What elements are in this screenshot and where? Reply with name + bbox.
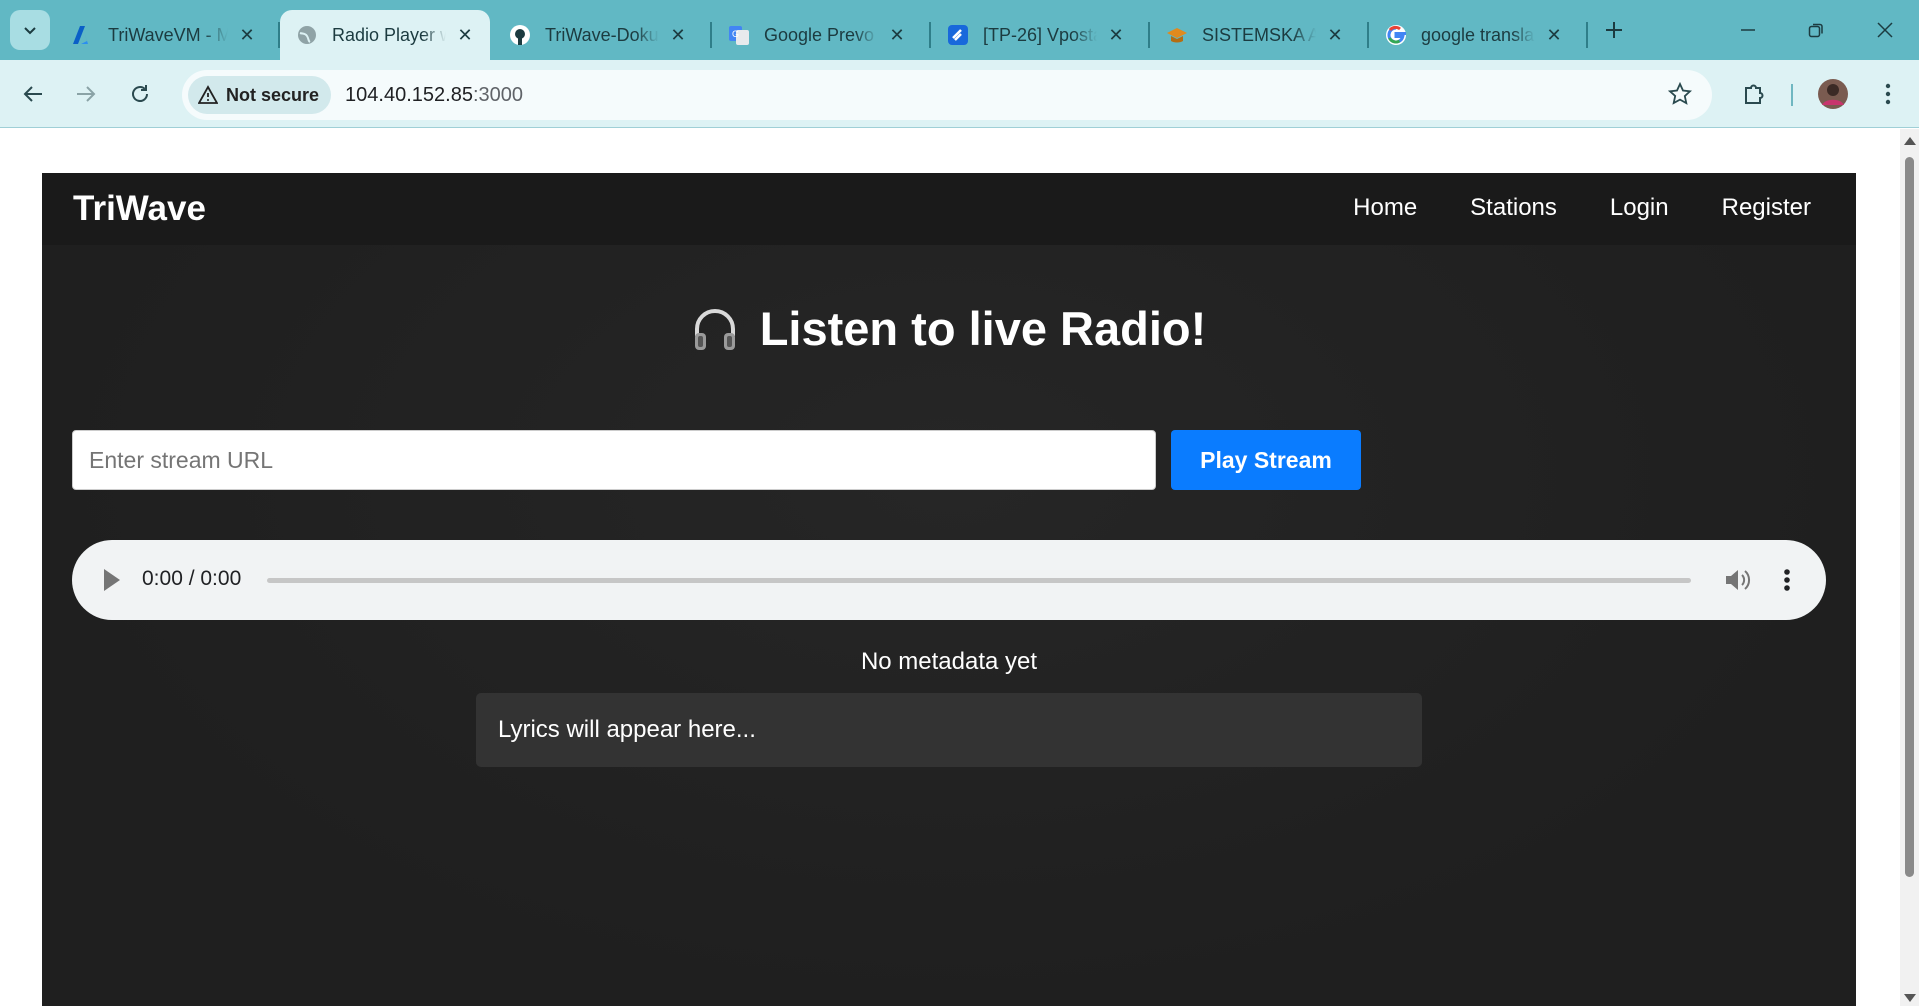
tab-title: TriWave-Doku [545, 24, 659, 45]
close-icon [1877, 22, 1893, 38]
tab-radio-player[interactable]: Radio Player w ✕ [280, 10, 490, 60]
tab-google-translate[interactable]: google transla ✕ [1369, 10, 1579, 60]
plus-icon [1606, 22, 1622, 38]
puzzle-icon [1745, 84, 1764, 104]
heading-text: Listen to live Radio! [759, 302, 1207, 355]
scroll-down-icon[interactable] [1904, 994, 1916, 1002]
stream-url-input[interactable] [72, 430, 1156, 490]
tab-title: Google Prevo [764, 24, 875, 45]
brand-logo[interactable]: TriWave [73, 189, 206, 229]
back-button[interactable] [13, 74, 53, 114]
graduation-cap-icon [1166, 24, 1188, 46]
page-title: Listen to live Radio! [42, 301, 1856, 356]
svg-text:G: G [732, 29, 739, 39]
page-viewport: TriWave Home Stations Login Register Lis… [0, 129, 1900, 1006]
nav-home[interactable]: Home [1353, 194, 1417, 222]
address-bar[interactable]: Not secure 104.40.152.85:3000 [182, 70, 1712, 120]
lyrics-text: Lyrics will appear here... [498, 716, 756, 743]
arrow-right-icon [77, 86, 96, 102]
close-icon[interactable]: ✕ [886, 24, 908, 46]
more-vertical-icon[interactable] [1777, 565, 1797, 595]
security-label: Not secure [226, 84, 320, 105]
tab-triwavevm[interactable]: TriWaveVM - M ✕ [56, 10, 272, 60]
browser-menu-button[interactable] [1868, 74, 1908, 114]
extensions-button[interactable] [1734, 74, 1774, 114]
chevron-down-icon [24, 27, 36, 35]
google-icon [1385, 24, 1407, 46]
github-icon [509, 24, 531, 46]
tab-jira-tp26[interactable]: [TP-26] Vposta ✕ [931, 10, 1141, 60]
tab-title: google transla [1421, 24, 1535, 45]
security-indicator[interactable]: Not secure [188, 76, 332, 114]
metadata-text: No metadata yet [860, 648, 1038, 675]
hero-section: Listen to live Radio! Play Stream 0:00 /… [42, 245, 1856, 1006]
play-icon[interactable] [104, 569, 120, 591]
close-icon[interactable]: ✕ [236, 24, 258, 46]
tab-title: SISTEMSKA AI [1202, 24, 1316, 45]
profile-button[interactable] [1813, 74, 1853, 114]
tab-google-prevod[interactable]: G Google Prevo ✕ [712, 10, 922, 60]
triwave-app: TriWave Home Stations Login Register Lis… [42, 173, 1856, 1006]
headphones-icon [694, 308, 735, 350]
close-window-button[interactable] [1855, 10, 1915, 50]
minimize-button[interactable] [1718, 10, 1778, 50]
tab-triwave-doku[interactable]: TriWave-Doku ✕ [493, 10, 703, 60]
close-icon[interactable]: ✕ [1324, 24, 1346, 46]
player-time: 0:00 / 0:00 [142, 567, 242, 590]
scrollbar-thumb[interactable] [1905, 157, 1914, 877]
volume-icon[interactable] [1722, 565, 1752, 595]
minimize-icon [1741, 29, 1755, 31]
scroll-up-icon[interactable] [1904, 137, 1916, 145]
url-port: :3000 [472, 83, 524, 106]
browser-toolbar: Not secure 104.40.152.85:3000 [0, 60, 1919, 128]
toolbar-divider [1791, 84, 1793, 106]
url-text: 104.40.152.85:3000 [345, 84, 523, 107]
forward-button[interactable] [66, 74, 106, 114]
close-icon[interactable]: ✕ [667, 24, 689, 46]
reload-icon [132, 85, 148, 102]
close-icon[interactable]: ✕ [1543, 24, 1565, 46]
nav-login[interactable]: Login [1610, 194, 1669, 222]
nav-links: Home Stations Login Register [1353, 194, 1811, 222]
close-icon[interactable]: ✕ [454, 24, 476, 46]
url-host: 104.40.152.85 [345, 83, 473, 106]
tab-title: [TP-26] Vposta [983, 24, 1097, 45]
restore-button[interactable] [1786, 10, 1846, 50]
reload-button[interactable] [120, 74, 160, 114]
nav-stations[interactable]: Stations [1470, 194, 1557, 222]
tab-sistemska[interactable]: SISTEMSKA AI ✕ [1150, 10, 1360, 60]
tab-title: Radio Player w [332, 24, 446, 45]
play-stream-button[interactable]: Play Stream [1171, 430, 1361, 490]
lyrics-box: Lyrics will appear here... [476, 693, 1422, 767]
avatar [1818, 79, 1848, 109]
browser-tabstrip: TriWaveVM - M ✕ Radio Player w ✕ TriWave… [0, 0, 1919, 60]
google-translate-icon: G [728, 24, 750, 46]
new-tab-button[interactable] [1584, 10, 1644, 50]
page-scrollbar[interactable] [1900, 129, 1919, 1006]
azure-icon [72, 24, 94, 46]
globe-icon [296, 24, 318, 46]
tab-title: TriWaveVM - M [108, 24, 228, 45]
tab-search-button[interactable] [10, 10, 50, 50]
player-progress-track[interactable] [267, 578, 1691, 583]
jira-icon [947, 24, 969, 46]
close-icon[interactable]: ✕ [1105, 24, 1127, 46]
audio-player: 0:00 / 0:00 [72, 540, 1826, 620]
navbar: TriWave Home Stations Login Register [42, 173, 1856, 245]
restore-icon [1808, 23, 1823, 38]
nav-register[interactable]: Register [1722, 194, 1811, 222]
warning-icon [198, 85, 218, 104]
bookmark-star-icon[interactable] [1667, 81, 1693, 111]
arrow-left-icon [23, 86, 42, 102]
more-vertical-icon [1885, 83, 1891, 105]
